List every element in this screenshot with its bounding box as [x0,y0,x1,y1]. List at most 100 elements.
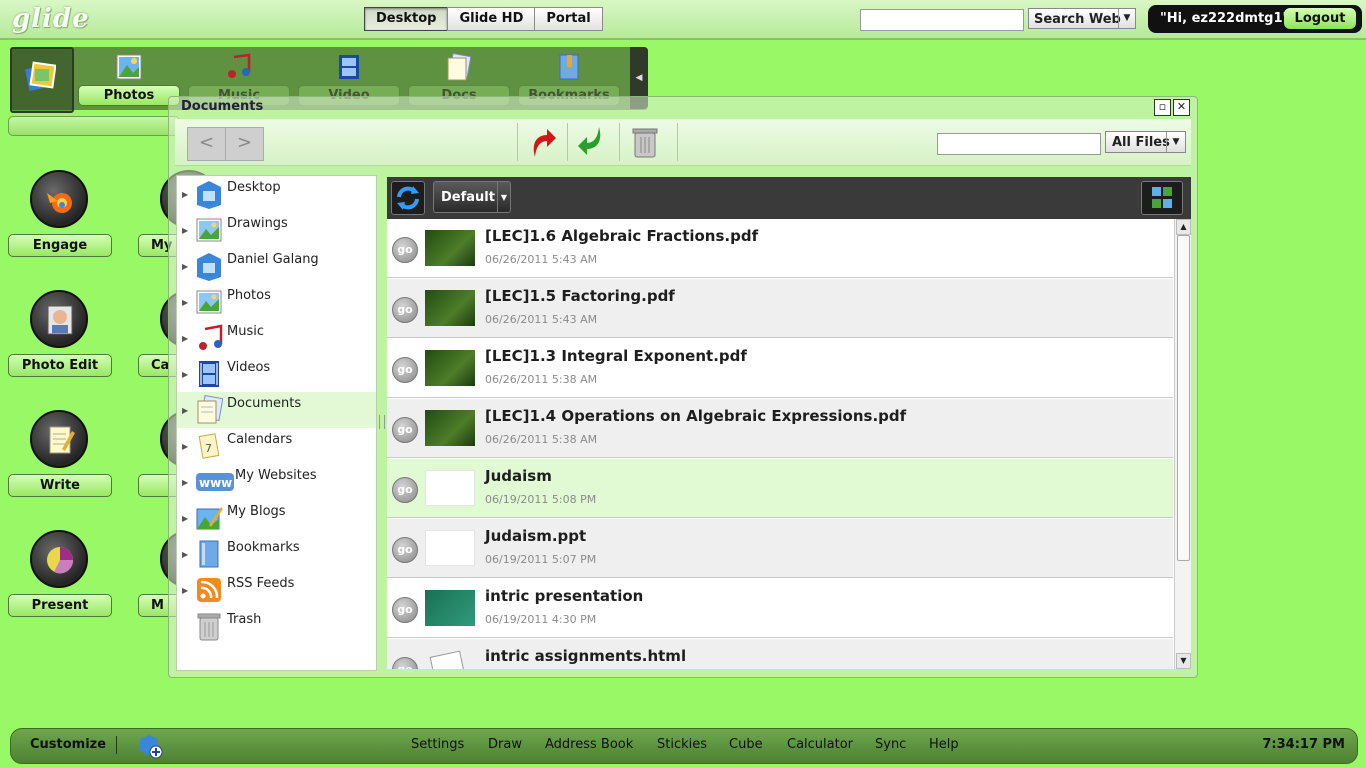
scroll-down-icon[interactable]: ▼ [1176,653,1191,669]
glide-logo[interactable]: glide [12,4,90,34]
tab-desktop[interactable]: Desktop [364,7,449,31]
go-button[interactable]: go [392,657,418,669]
go-button[interactable]: go [392,537,418,563]
expand-arrow-icon[interactable]: ▶ [182,550,188,559]
delete-trash-icon[interactable] [631,125,659,159]
chevron-down-icon[interactable]: ▼ [497,182,510,212]
redo-icon[interactable] [577,125,607,159]
expand-arrow-icon[interactable]: ▶ [182,190,188,199]
link-calculator[interactable]: Calculator [787,737,853,752]
web-search-input[interactable] [860,9,1024,31]
file-name[interactable]: [LEC]1.6 Algebraic Fractions.pdf [485,227,758,245]
chevron-down-icon[interactable]: ▼ [1166,132,1185,152]
tree-item-my-blogs[interactable]: ▶ My Blogs [177,500,376,536]
refresh-button[interactable] [391,181,425,215]
link-draw[interactable]: Draw [488,737,522,752]
tree-item-trash[interactable]: Trash [177,608,376,644]
file-row[interactable]: go [LEC]1.3 Integral Exponent.pdf 06/26/… [387,339,1173,398]
file-thumbnail [425,230,475,266]
scrollbar-thumb[interactable] [1177,235,1190,561]
tree-item-music[interactable]: ▶ Music [177,320,376,356]
tree-item-bookmarks[interactable]: ▶ Bookmarks [177,536,376,572]
tree-item-drawings[interactable]: ▶ Drawings [177,212,376,248]
go-button[interactable]: go [392,237,418,263]
file-filter-select[interactable]: All Files ▼ [1105,131,1186,153]
divider [116,736,117,754]
link-address-book[interactable]: Address Book [545,737,633,752]
maximize-icon[interactable]: ▫ [1154,99,1171,116]
videos-icon [199,361,219,387]
expand-arrow-icon[interactable]: ▶ [182,586,188,595]
go-button[interactable]: go [392,297,418,323]
expand-arrow-icon[interactable]: ▶ [182,262,188,271]
tab-glide-hd[interactable]: Glide HD [447,7,536,31]
file-row[interactable]: go intric assignments.html [387,639,1173,669]
svg-text:7: 7 [205,442,212,455]
tree-item-my-websites[interactable]: ▶ www My Websites [177,464,376,500]
scroll-up-icon[interactable]: ▲ [1176,219,1191,235]
add-app-icon[interactable] [137,733,163,759]
tree-item-daniel-galang[interactable]: ▶ Daniel Galang [177,248,376,284]
file-search-input[interactable] [937,133,1101,155]
trash-icon [197,613,221,641]
search-web-button[interactable]: Search Web ▼ [1028,8,1136,29]
close-icon[interactable]: ✕ [1173,99,1190,116]
go-button[interactable]: go [392,477,418,503]
customize-button[interactable]: Customize [30,737,106,752]
file-name[interactable]: Judaism.ppt [485,527,586,545]
file-row[interactable]: go intric presentation 06/19/2011 4:30 P… [387,579,1173,638]
file-list-scrollbar[interactable]: ▲ ▼ [1174,219,1191,669]
tree-item-documents[interactable]: ▶ Documents [177,392,376,428]
expand-arrow-icon[interactable]: ▶ [182,406,188,415]
file-name[interactable]: [LEC]1.4 Operations on Algebraic Express… [485,407,906,425]
view-mode-select[interactable]: Default ▼ [433,181,511,213]
go-button[interactable]: go [392,417,418,443]
undo-icon[interactable] [527,125,557,159]
tab-portal[interactable]: Portal [534,7,603,31]
file-name[interactable]: Judaism [485,467,552,485]
link-stickies[interactable]: Stickies [657,737,707,752]
file-row[interactable]: go [LEC]1.6 Algebraic Fractions.pdf 06/2… [387,219,1173,278]
file-name[interactable]: [LEC]1.3 Integral Exponent.pdf [485,347,747,365]
tree-item-photos[interactable]: ▶ Photos [177,284,376,320]
expand-arrow-icon[interactable]: ▶ [182,478,188,487]
expand-arrow-icon[interactable]: ▶ [182,226,188,235]
tree-item-videos[interactable]: ▶ Videos [177,356,376,392]
tree-item-desktop[interactable]: ▶ Desktop [177,176,376,212]
back-button[interactable]: < [187,127,226,161]
documents-icon [197,395,223,424]
tree-item-rss-feeds[interactable]: ▶ RSS Feeds [177,572,376,608]
link-sync[interactable]: Sync [875,737,906,752]
go-button[interactable]: go [392,357,418,383]
clock: 7:34:17 PM [1262,737,1345,752]
file-name[interactable]: intric assignments.html [485,647,686,665]
link-cube[interactable]: Cube [729,737,763,752]
expand-arrow-icon[interactable]: ▶ [182,514,188,523]
file-list: go [LEC]1.6 Algebraic Fractions.pdf 06/2… [387,219,1174,669]
expand-arrow-icon[interactable]: ▶ [182,334,188,343]
music-icon [228,53,251,78]
link-help[interactable]: Help [929,737,959,752]
file-name[interactable]: [LEC]1.5 Factoring.pdf [485,287,675,305]
grid-view-button[interactable] [1141,181,1183,215]
expand-arrow-icon[interactable]: ▶ [182,298,188,307]
file-row[interactable]: go [LEC]1.5 Factoring.pdf 06/26/2011 5:4… [387,279,1173,338]
file-filter-value: All Files [1112,135,1170,150]
file-name[interactable]: intric presentation [485,587,643,605]
file-row[interactable]: go [LEC]1.4 Operations on Algebraic Expr… [387,399,1173,458]
forward-button[interactable]: > [225,127,264,161]
video-icon [339,55,359,79]
expand-arrow-icon[interactable]: ▶ [182,442,188,451]
expand-arrow-icon[interactable]: ▶ [182,370,188,379]
dock-home-button[interactable] [10,47,74,113]
html-file-icon [429,650,467,669]
logout-button[interactable]: Logout [1284,8,1356,29]
file-row[interactable]: go Judaism.ppt 06/19/2011 5:07 PM [387,519,1173,578]
tree-item-calendars[interactable]: ▶ 7 Calendars [177,428,376,464]
go-button[interactable]: go [392,597,418,623]
file-row[interactable]: go Judaism 06/19/2011 5:08 PM [387,459,1173,518]
chevron-down-icon[interactable]: ▼ [1118,9,1135,28]
pane-splitter-handle[interactable] [379,415,385,429]
link-settings[interactable]: Settings [411,737,464,752]
photos-icon [196,290,222,314]
